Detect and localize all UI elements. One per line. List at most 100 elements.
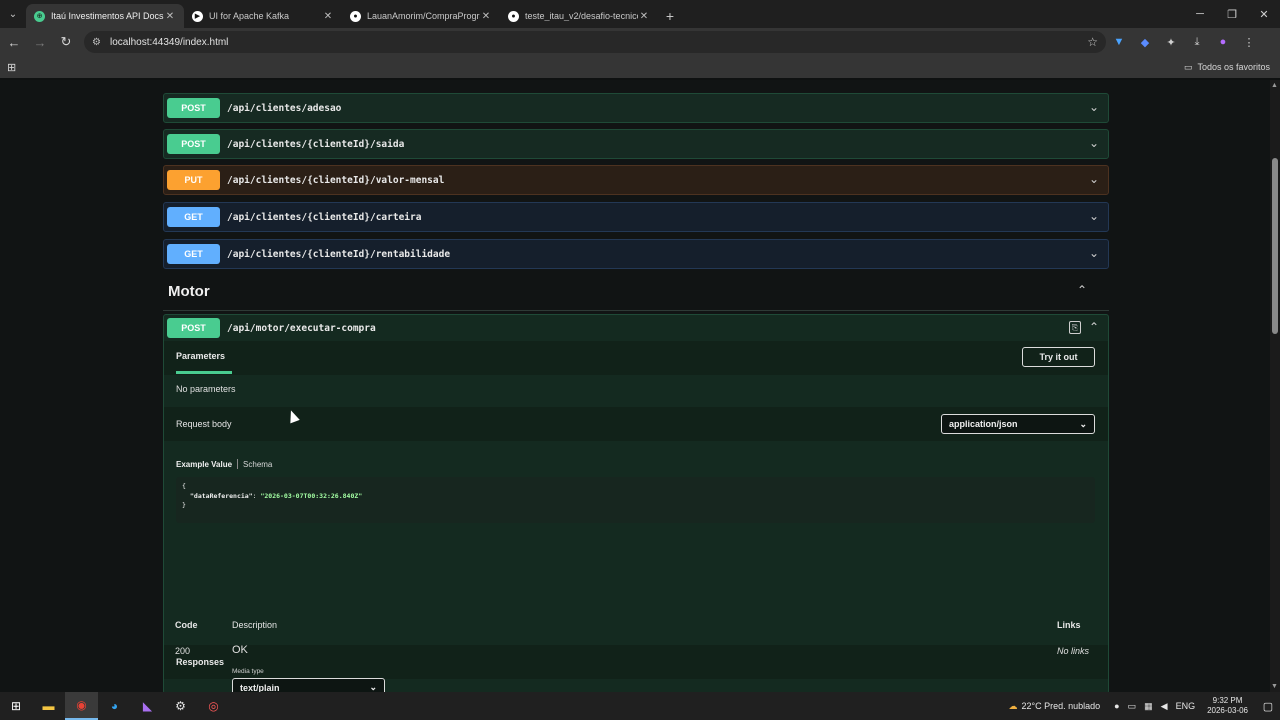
- browser-toolbar: ← → ↻ ⚙ localhost:44349/index.html ☆ ▼ ◆…: [0, 28, 1280, 56]
- tab-label: Itaú Investimentos API Docs: [51, 11, 164, 21]
- extensions-icon[interactable]: ✦: [1158, 30, 1184, 54]
- cloud-icon: ☁: [1008, 700, 1018, 711]
- minimize-icon[interactable]: ─: [1184, 0, 1216, 28]
- parameters-bar: Parameters Try it out: [164, 341, 1108, 375]
- tab-github-teste[interactable]: ● teste_itau_v2/desafio-tecnico-c ✕: [500, 4, 658, 28]
- scroll-down-icon[interactable]: ▼: [1271, 683, 1278, 690]
- close-icon[interactable]: ✕: [638, 11, 650, 22]
- clock[interactable]: 9:32 PM 2026-03-06: [1207, 696, 1248, 716]
- active-tab-underline: [176, 371, 232, 374]
- try-it-out-button[interactable]: Try it out: [1022, 347, 1095, 367]
- endpoint-row[interactable]: GET /api/clientes/{clienteId}/carteira ⌄: [163, 202, 1109, 232]
- menu-icon[interactable]: ⋮: [1236, 30, 1262, 54]
- edge-icon[interactable]: ◕: [98, 692, 131, 720]
- notifications-icon[interactable]: ▢: [1256, 700, 1280, 713]
- system-tray: ☁ 22°C Pred. nublado ● ▭ ▦ ◀ ENG 9:32 PM…: [1009, 692, 1280, 720]
- method-badge: POST: [167, 134, 220, 154]
- swagger-favicon-icon: ⊕: [34, 10, 45, 22]
- chevron-down-icon[interactable]: ⌄: [1089, 209, 1099, 223]
- copy-icon[interactable]: ⎘: [1069, 321, 1081, 334]
- schema-tab[interactable]: Schema: [243, 460, 272, 469]
- windows-start-icon[interactable]: ⊞: [0, 692, 32, 720]
- clock-time: 9:32 PM: [1212, 696, 1243, 705]
- kafka-favicon-icon: ▶: [192, 10, 203, 22]
- chevron-down-icon: ⌄: [1079, 418, 1087, 429]
- close-icon[interactable]: ✕: [164, 11, 176, 22]
- operation-header[interactable]: POST /api/motor/executar-compra: [164, 315, 1108, 341]
- endpoint-row[interactable]: POST /api/clientes/{clienteId}/saida ⌄: [163, 129, 1109, 159]
- language-indicator[interactable]: ENG: [1176, 701, 1196, 711]
- downloads-icon[interactable]: ⤓: [1184, 30, 1210, 54]
- scrollbar-thumb[interactable]: [1272, 158, 1278, 334]
- network-icon[interactable]: ▦: [1144, 701, 1153, 712]
- example-tabs: Example Value Schema: [176, 459, 272, 469]
- endpoint-row[interactable]: POST /api/clientes/adesao ⌄: [163, 93, 1109, 123]
- back-icon[interactable]: ←: [2, 30, 26, 54]
- content-type-select[interactable]: application/json ⌄: [941, 414, 1095, 434]
- section-title[interactable]: Motor: [168, 283, 210, 300]
- apps-grid-icon[interactable]: ⊞: [7, 61, 16, 74]
- content-type-value: application/json: [949, 419, 1018, 429]
- scroll-up-icon[interactable]: ▲: [1271, 82, 1278, 89]
- forward-icon[interactable]: →: [28, 30, 52, 54]
- chrome-icon[interactable]: ◉: [65, 692, 98, 720]
- endpoint-row[interactable]: GET /api/clientes/{clienteId}/rentabilid…: [163, 239, 1109, 269]
- tab-search-icon[interactable]: ⌄: [0, 0, 26, 28]
- parameters-tab[interactable]: Parameters: [176, 351, 225, 361]
- chevron-down-icon[interactable]: ⌄: [1089, 172, 1099, 186]
- new-tab-button[interactable]: +: [658, 4, 682, 28]
- example-code-block[interactable]: { "dataReferencia": "2026-03-07T00:32:26…: [176, 477, 1095, 523]
- close-icon[interactable]: ✕: [322, 11, 334, 22]
- bookmark-star-icon[interactable]: ☆: [1087, 35, 1098, 49]
- endpoint-row[interactable]: PUT /api/clientes/{clienteId}/valor-mens…: [163, 165, 1109, 195]
- profile-avatar-icon[interactable]: ●: [1210, 30, 1236, 54]
- chevron-up-icon[interactable]: ⌃: [1089, 320, 1099, 334]
- site-info-icon[interactable]: ⚙: [92, 37, 106, 48]
- folder-icon: ▭: [1183, 61, 1193, 72]
- tab-kafka-ui[interactable]: ▶ UI for Apache Kafka ✕: [184, 4, 342, 28]
- weather-widget[interactable]: ☁ 22°C Pred. nublado: [1009, 701, 1101, 712]
- code-close-brace: }: [182, 501, 186, 509]
- chevron-up-icon[interactable]: ⌃: [1077, 283, 1087, 297]
- code-string-value: "2026-03-07T00:32:26.840Z": [260, 491, 363, 500]
- tab-github-compra[interactable]: ● LauanAmorim/CompraProgram ✕: [342, 4, 500, 28]
- endpoint-path: /api/motor/executar-compra: [227, 322, 376, 334]
- all-bookmarks[interactable]: ▭ Todos os favoritos: [1184, 62, 1270, 73]
- mic-icon[interactable]: ●: [1114, 701, 1119, 711]
- method-badge: PUT: [167, 170, 220, 190]
- recorder-icon[interactable]: ◎: [197, 692, 230, 720]
- window-controls: ─ ❐ ✕: [1184, 0, 1280, 28]
- swagger-page: POST /api/clientes/adesao ⌄ POST /api/cl…: [0, 80, 1270, 692]
- close-window-icon[interactable]: ✕: [1248, 0, 1280, 28]
- file-explorer-icon[interactable]: ▬: [32, 692, 65, 720]
- close-icon[interactable]: ✕: [480, 11, 492, 22]
- download-ext-icon[interactable]: ▼: [1106, 30, 1132, 54]
- windows-taskbar: ⊞ ▬ ◉ ◕ ◣ ⚙ ◎ ☁ 22°C Pred. nublado ● ▭ ▦…: [0, 692, 1280, 720]
- shield-ext-icon[interactable]: ◆: [1132, 30, 1158, 54]
- github-icon: ●: [508, 10, 519, 22]
- page-scrollbar[interactable]: ▲ ▼: [1270, 80, 1280, 692]
- clock-date: 2026-03-06: [1207, 706, 1248, 715]
- url-text[interactable]: localhost:44349/index.html: [110, 37, 1087, 48]
- method-badge: GET: [167, 244, 220, 264]
- reload-icon[interactable]: ↻: [54, 30, 78, 54]
- restore-icon[interactable]: ❐: [1216, 0, 1248, 28]
- browser-tab-bar: ⌄ ⊕ Itaú Investimentos API Docs ✕ ▶ UI f…: [0, 0, 1280, 28]
- address-bar[interactable]: ⚙ localhost:44349/index.html ☆: [84, 31, 1106, 53]
- bookmarks-bar: ⊞ ▭ Todos os favoritos: [0, 56, 1280, 78]
- visual-studio-icon[interactable]: ◣: [131, 692, 164, 720]
- volume-icon[interactable]: ◀: [1161, 701, 1168, 712]
- endpoint-path: /api/clientes/{clienteId}/rentabilidade: [227, 248, 451, 260]
- tab-itau-docs[interactable]: ⊕ Itaú Investimentos API Docs ✕: [26, 4, 184, 28]
- gear-app-icon[interactable]: ⚙: [164, 692, 197, 720]
- monitor-icon[interactable]: ▭: [1128, 701, 1137, 712]
- endpoint-path: /api/clientes/adesao: [227, 102, 342, 114]
- chevron-down-icon[interactable]: ⌄: [1089, 100, 1099, 114]
- example-value-tab[interactable]: Example Value: [176, 460, 232, 469]
- chevron-down-icon[interactable]: ⌄: [1089, 136, 1099, 150]
- responses-bar: Responses: [164, 645, 1108, 679]
- all-bookmarks-label: Todos os favoritos: [1197, 62, 1270, 72]
- request-body-bar: Request body application/json ⌄: [164, 407, 1108, 441]
- chevron-down-icon[interactable]: ⌄: [1089, 246, 1099, 260]
- no-parameters-text: No parameters: [176, 384, 236, 394]
